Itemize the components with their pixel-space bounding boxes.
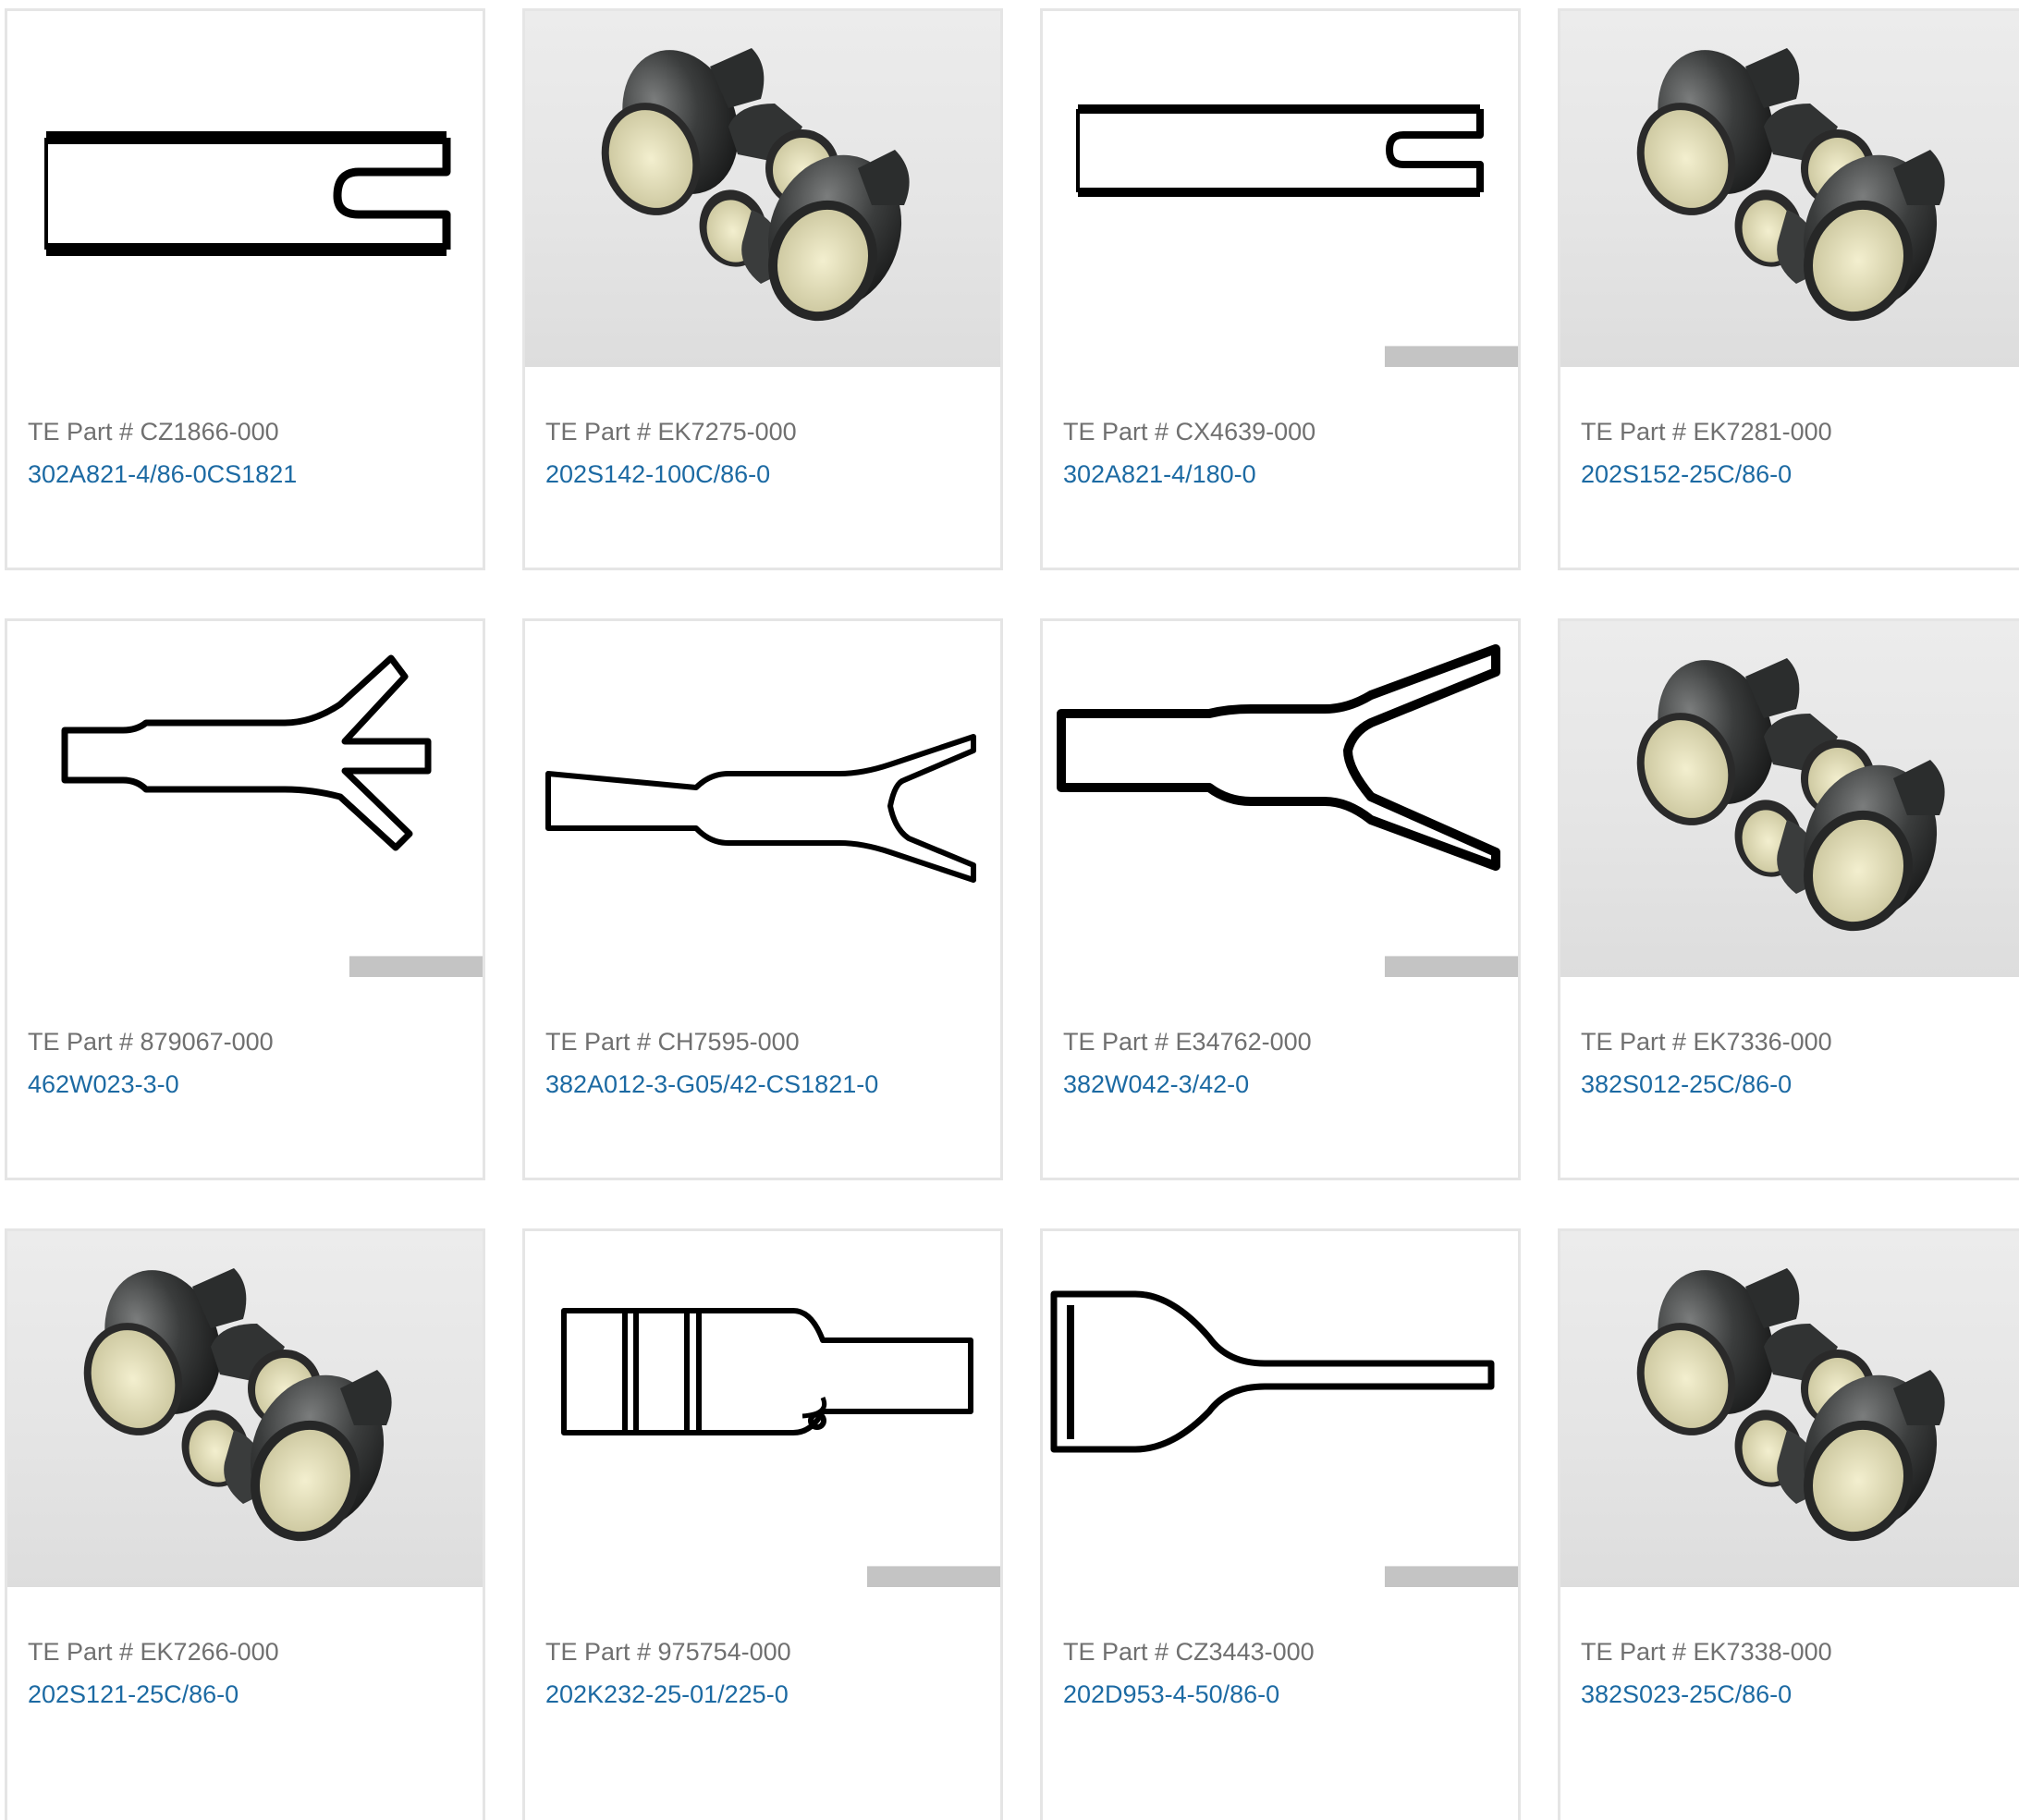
part-number: TE Part # EK7281-000 [1581,418,1832,446]
product-link[interactable]: 202K232-25-01/225-0 [545,1680,789,1709]
te-logo: TE [341,832,483,977]
te-logo: TE [1929,1530,2019,1559]
product-card[interactable]: TE TE Part # EK7338-000 382S023-25C/86-0 [1558,1228,2019,1820]
te-logo: TE [859,920,965,949]
product-image[interactable]: TE [525,1231,1000,1587]
product-image[interactable]: TE [1043,11,1518,367]
boot-elbow-small [699,189,781,284]
te-logo: TE [1377,222,1518,367]
product-image[interactable]: TE [7,621,483,977]
product-image[interactable]: TE [1560,1231,2019,1587]
product-card[interactable]: TE TE Part # 975754-000 202K232-25-01/22… [522,1228,1003,1820]
product-card[interactable]: TE TE Part # CX4639-000 302A821-4/180-0 [1040,8,1521,570]
product-card[interactable]: TE TE Part # CZ3443-000 202D953-4-50/86-… [1040,1228,1521,1820]
product-link[interactable]: 382S012-25C/86-0 [1581,1070,1792,1099]
te-logo: TE [341,310,447,339]
product-card[interactable]: TE TE Part # EK7281-000 202S152-25C/86-0 [1558,8,2019,570]
part-number: TE Part # EK7275-000 [545,418,797,446]
te-logo: TE [341,1530,447,1559]
boot-elbow-small [1734,189,1817,284]
tube-drawing [44,131,451,256]
part-number: TE Part # CZ1866-000 [28,418,279,446]
product-image[interactable]: TE [525,621,1000,977]
y-breakout-drawing [545,734,976,883]
three-way-breakout-drawing [61,654,432,851]
product-card[interactable]: TE TE Part # 879067-000 462W023-3-0 [5,618,485,1180]
part-number: TE Part # 975754-000 [545,1638,791,1666]
product-link[interactable]: 462W023-3-0 [28,1070,179,1099]
te-logo: TE [1377,832,1518,977]
product-image[interactable]: TE [1560,11,2019,367]
product-card[interactable]: TE TE Part # EK7266-000 202S121-25C/86-0 [5,1228,485,1820]
te-logo: TE [859,310,965,339]
part-number: TE Part # E34762-000 [1063,1028,1312,1056]
product-link[interactable]: 202S121-25C/86-0 [28,1680,239,1709]
product-image[interactable]: TE [1043,621,1518,977]
te-logo: TE [1929,920,2019,949]
product-image[interactable]: TE [7,11,483,367]
part-number: TE Part # 879067-000 [28,1028,274,1056]
boot-elbow-small [1734,1410,1817,1504]
product-image[interactable]: TE [525,11,1000,367]
product-card[interactable]: TE TE Part # CH7595-000 382A012-3-G05/42… [522,618,1003,1180]
te-logo: TE [859,1442,1000,1587]
product-link[interactable]: 202S142-100C/86-0 [545,460,770,489]
product-image[interactable]: TE [1560,621,2019,977]
product-card[interactable]: TE TE Part # CZ1866-000 302A821-4/86-0CS… [5,8,485,570]
product-link[interactable]: 202S152-25C/86-0 [1581,460,1792,489]
product-link[interactable]: 382S023-25C/86-0 [1581,1680,1792,1709]
funnel-boot-drawing [1050,1290,1495,1453]
product-card[interactable]: TE TE Part # EK7336-000 382S012-25C/86-0 [1558,618,2019,1180]
product-link[interactable]: 302A821-4/180-0 [1063,460,1256,489]
part-number: TE Part # CZ3443-000 [1063,1638,1315,1666]
boot-elbow-small [181,1410,263,1504]
boot-elbow-small [1734,800,1817,894]
product-link[interactable]: 302A821-4/86-0CS1821 [28,460,297,489]
product-link[interactable]: 382W042-3/42-0 [1063,1070,1249,1099]
te-logo: TE [1929,310,2019,339]
part-number: TE Part # EK7266-000 [28,1638,279,1666]
product-image[interactable]: TE [1043,1231,1518,1587]
product-image[interactable]: TE [7,1231,483,1587]
tube-drawing [1076,104,1484,197]
product-card[interactable]: TE TE Part # EK7275-000 202S142-100C/86-… [522,8,1003,570]
product-card[interactable]: TE TE Part # E34762-000 382W042-3/42-0 [1040,618,1521,1180]
part-number: TE Part # CX4639-000 [1063,418,1316,446]
product-link[interactable]: 382A012-3-G05/42-CS1821-0 [545,1070,878,1099]
stepped-boot-drawing [561,1308,973,1435]
part-number: TE Part # EK7338-000 [1581,1638,1832,1666]
part-number: TE Part # EK7336-000 [1581,1028,1832,1056]
product-grid: TE TE Part # CZ1866-000 302A821-4/86-0CS… [0,0,2019,1820]
part-number: TE Part # CH7595-000 [545,1028,800,1056]
te-logo: TE [1377,1442,1518,1587]
product-link[interactable]: 202D953-4-50/86-0 [1063,1680,1279,1709]
